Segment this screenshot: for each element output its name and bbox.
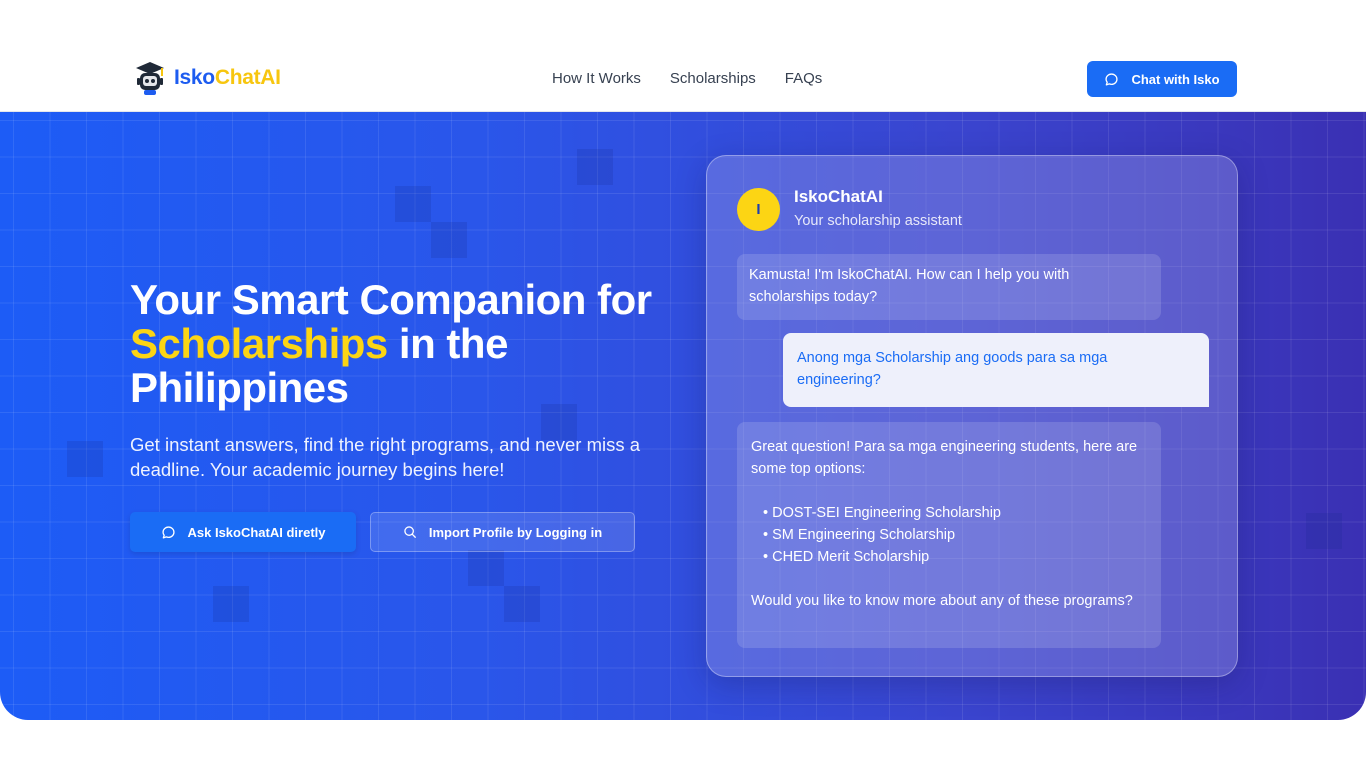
bot-subtitle: Your scholarship assistant [794,213,962,229]
grid-tile [504,586,540,622]
reply-intro: Great question! Para sa mga engineering … [751,439,1138,477]
grid-tile [1306,513,1342,549]
chat-preview-card: I IskoChatAI Your scholarship assistant … [706,155,1238,677]
list-item: SM Engineering Scholarship [763,524,1147,546]
headline-highlight: Scholarships [130,320,388,367]
hero-subtitle: Get instant answers, find the right prog… [130,434,641,480]
brand-name-part1: Isko [174,66,215,89]
chat-bubble-icon [161,525,175,538]
navbar: IskoChatAI How It Works Scholarships FAQ… [0,0,1366,112]
search-icon [404,526,416,538]
hero-headline: Your Smart Companion for Scholarships in… [130,278,690,410]
chat-bubble-icon [1105,72,1118,85]
chat-with-isko-button[interactable]: Chat with Isko [1087,61,1237,97]
secondary-button-label: Import Profile by Logging in [428,524,603,540]
brand-name-part2: ChatAI [214,66,281,89]
bot-message-reply: Great question! Para sa mga engineering … [737,422,1161,648]
grid-tile [395,186,431,222]
grid-tile [577,149,613,185]
nav-link-faqs[interactable]: FAQs [785,70,823,87]
grid-tile [213,586,249,622]
main-nav: How It Works Scholarships FAQs [552,70,822,87]
list-item: CHED Merit Scholarship [763,546,1147,568]
primary-button-label: Ask IskoChatAI diretly [187,524,326,540]
bot-message-greeting: Kamusta! I'm IskoChatAI. How can I help … [737,254,1161,320]
grid-tile [431,222,467,258]
user-message: Anong mga Scholarship ang goods para sa … [783,333,1209,407]
reply-options-list: DOST-SEI Engineering Scholarship SM Engi… [763,502,1147,568]
import-profile-button[interactable]: Import Profile by Logging in [370,512,635,552]
ask-iskochatai-button[interactable]: Ask IskoChatAI diretly [130,512,356,552]
nav-link-scholarships[interactable]: Scholarships [670,70,756,87]
reply-outro: Would you like to know more about any of… [751,593,1133,609]
brand-logo[interactable]: IskoChatAI [134,60,281,96]
nav-link-how-it-works[interactable]: How It Works [552,70,641,87]
robot-graduate-icon [136,62,164,95]
headline-part1: Your Smart Companion for [130,276,652,323]
grid-tile [67,441,103,477]
brand-name: IskoChatAI [174,66,281,90]
cta-label: Chat with Isko [1131,71,1220,87]
hero-section: Your Smart Companion for Scholarships in… [0,112,1366,720]
bot-name: IskoChatAI [794,187,883,206]
grid-tile [468,550,504,586]
bot-avatar: I [737,188,780,231]
list-item: DOST-SEI Engineering Scholarship [763,502,1147,524]
